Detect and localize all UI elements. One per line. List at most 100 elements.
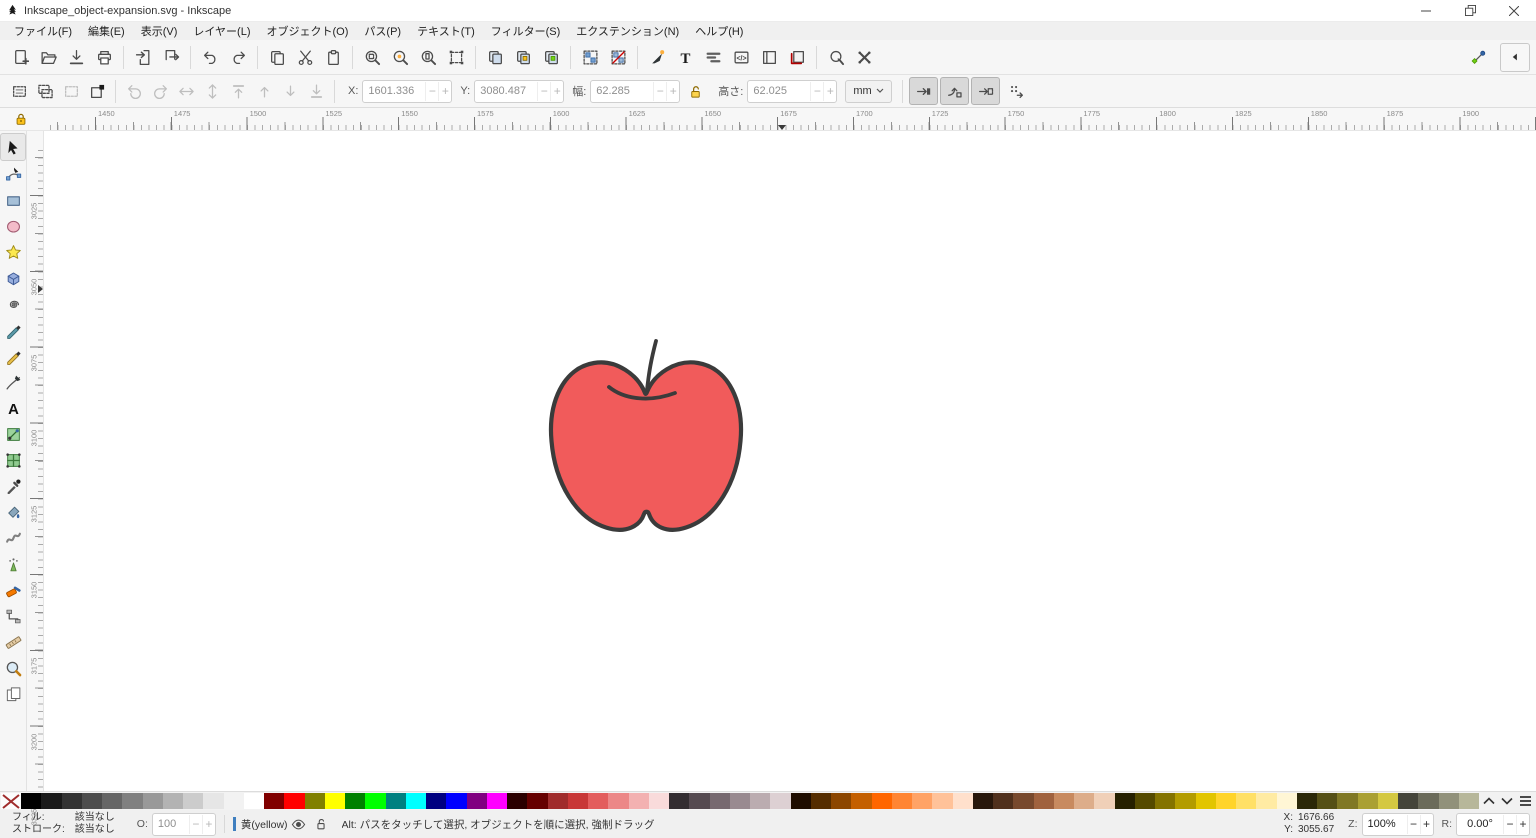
menu-item-7[interactable]: テキスト(T) bbox=[409, 23, 483, 39]
palette-swatch[interactable] bbox=[1216, 793, 1236, 809]
new-document-button[interactable] bbox=[6, 44, 34, 71]
palette-swatch[interactable] bbox=[669, 793, 689, 809]
height-increment-button[interactable]: + bbox=[823, 82, 836, 101]
zoom-in-button[interactable]: + bbox=[1420, 815, 1433, 834]
palette-swatch[interactable] bbox=[1358, 793, 1378, 809]
lock-ratio-icon[interactable] bbox=[682, 78, 708, 104]
text-tool-button[interactable]: A bbox=[1, 395, 25, 421]
palette-swatch[interactable] bbox=[1155, 793, 1175, 809]
transform-corners-toggle[interactable] bbox=[940, 77, 969, 105]
palette-swatch[interactable] bbox=[264, 793, 284, 809]
opacity-increment-button[interactable]: + bbox=[202, 815, 215, 834]
fill-stroke-indicator[interactable]: フィル: 該当なし ストローク: 該当なし bbox=[12, 812, 115, 836]
palette-swatch[interactable] bbox=[487, 793, 507, 809]
palette-swatch[interactable] bbox=[1196, 793, 1216, 809]
y-field[interactable]: 3080.487 −+ bbox=[474, 80, 564, 103]
width-field[interactable]: 62.285 −+ bbox=[590, 80, 680, 103]
rotate-ccw-button[interactable] bbox=[121, 78, 147, 104]
node-tool-button[interactable] bbox=[1, 161, 25, 187]
palette-swatch[interactable] bbox=[1277, 793, 1297, 809]
palette-swatch[interactable] bbox=[1013, 793, 1033, 809]
palette-swatch[interactable] bbox=[41, 793, 61, 809]
menu-item-2[interactable]: 編集(E) bbox=[80, 23, 133, 39]
select-all-layers-button[interactable] bbox=[32, 78, 58, 104]
close-button[interactable] bbox=[1492, 0, 1536, 21]
palette-swatch[interactable] bbox=[851, 793, 871, 809]
spray-tool-button[interactable] bbox=[1, 551, 25, 577]
no-color-swatch[interactable] bbox=[1, 793, 21, 809]
calligraphy-tool-button[interactable] bbox=[1, 343, 25, 369]
palette-swatch[interactable] bbox=[689, 793, 709, 809]
palette-swatch[interactable] bbox=[102, 793, 122, 809]
palette-swatch[interactable] bbox=[386, 793, 406, 809]
palette-swatch[interactable] bbox=[406, 793, 426, 809]
palette-swatch[interactable] bbox=[932, 793, 952, 809]
palette-swatch[interactable] bbox=[608, 793, 628, 809]
transform-pattern-toggle[interactable] bbox=[1002, 77, 1031, 105]
align-dialog-button[interactable] bbox=[699, 44, 727, 71]
opacity-decrement-button[interactable]: − bbox=[189, 815, 202, 834]
lower-to-bottom-button[interactable] bbox=[303, 78, 329, 104]
tweak-tool-button[interactable] bbox=[1, 525, 25, 551]
palette-swatch[interactable] bbox=[912, 793, 932, 809]
palette-swatch[interactable] bbox=[1074, 793, 1094, 809]
save-document-button[interactable] bbox=[62, 44, 90, 71]
rotate-cw-button[interactable] bbox=[147, 78, 173, 104]
zoom-to-selection-button[interactable] bbox=[358, 44, 386, 71]
palette-swatch[interactable] bbox=[21, 793, 41, 809]
palette-swatch[interactable] bbox=[892, 793, 912, 809]
star-tool-button[interactable] bbox=[1, 239, 25, 265]
palette-swatch[interactable] bbox=[1256, 793, 1276, 809]
pen-tool-button[interactable] bbox=[1, 369, 25, 395]
palette-swatch[interactable] bbox=[750, 793, 770, 809]
y-field-value[interactable]: 3080.487 bbox=[475, 85, 537, 97]
text-dialog-button[interactable]: T bbox=[671, 44, 699, 71]
menu-item-3[interactable]: 表示(V) bbox=[133, 23, 186, 39]
height-field-value[interactable]: 62.025 bbox=[748, 85, 810, 97]
palette-swatch[interactable] bbox=[467, 793, 487, 809]
connector-tool-button[interactable] bbox=[1, 603, 25, 629]
width-increment-button[interactable]: + bbox=[666, 82, 679, 101]
palette-swatch[interactable] bbox=[527, 793, 547, 809]
rotation-value[interactable]: 0.00° bbox=[1457, 818, 1503, 830]
palette-swatch[interactable] bbox=[973, 793, 993, 809]
palette-swatch[interactable] bbox=[710, 793, 730, 809]
palette-swatch[interactable] bbox=[1034, 793, 1054, 809]
width-decrement-button[interactable]: − bbox=[653, 82, 666, 101]
raise-button[interactable] bbox=[251, 78, 277, 104]
x-decrement-button[interactable]: − bbox=[425, 82, 438, 101]
opacity-value[interactable]: 100 bbox=[153, 818, 189, 830]
x-increment-button[interactable]: + bbox=[438, 82, 451, 101]
select-all-button[interactable] bbox=[6, 78, 32, 104]
palette-swatch[interactable] bbox=[993, 793, 1013, 809]
document-properties-button[interactable] bbox=[755, 44, 783, 71]
palette-swatch[interactable] bbox=[244, 793, 264, 809]
paint-bucket-tool-button[interactable] bbox=[1, 499, 25, 525]
palette-swatch[interactable] bbox=[325, 793, 345, 809]
export-image-button[interactable] bbox=[157, 44, 185, 71]
rectangle-tool-button[interactable] bbox=[1, 187, 25, 213]
menu-item-1[interactable]: ファイル(F) bbox=[6, 23, 80, 39]
raise-to-top-button[interactable] bbox=[225, 78, 251, 104]
zoom-tool-button[interactable] bbox=[1, 655, 25, 681]
ellipse-tool-button[interactable] bbox=[1, 213, 25, 239]
fill-stroke-dialog-button[interactable] bbox=[643, 44, 671, 71]
palette-swatch[interactable] bbox=[730, 793, 750, 809]
layer-name[interactable]: 黄(yellow) bbox=[241, 817, 288, 832]
palette-swatch[interactable] bbox=[143, 793, 163, 809]
snapbar-collapse-button[interactable] bbox=[1500, 43, 1530, 72]
guide-lock-icon[interactable] bbox=[14, 112, 28, 126]
palette-swatch[interactable] bbox=[1297, 793, 1317, 809]
palette-swatch[interactable] bbox=[1418, 793, 1438, 809]
dropper-tool-button[interactable] bbox=[1, 473, 25, 499]
transform-gradient-toggle[interactable] bbox=[971, 77, 1000, 105]
import-image-button[interactable] bbox=[129, 44, 157, 71]
zoom-to-drawing-button[interactable] bbox=[386, 44, 414, 71]
redo-button[interactable] bbox=[224, 44, 252, 71]
palette-swatch[interactable] bbox=[507, 793, 527, 809]
rotate-ccw-button[interactable]: − bbox=[1503, 815, 1516, 834]
palette-swatch[interactable] bbox=[122, 793, 142, 809]
palette-swatch[interactable] bbox=[649, 793, 669, 809]
gradient-tool-button[interactable] bbox=[1, 421, 25, 447]
palette-swatch[interactable] bbox=[1337, 793, 1357, 809]
